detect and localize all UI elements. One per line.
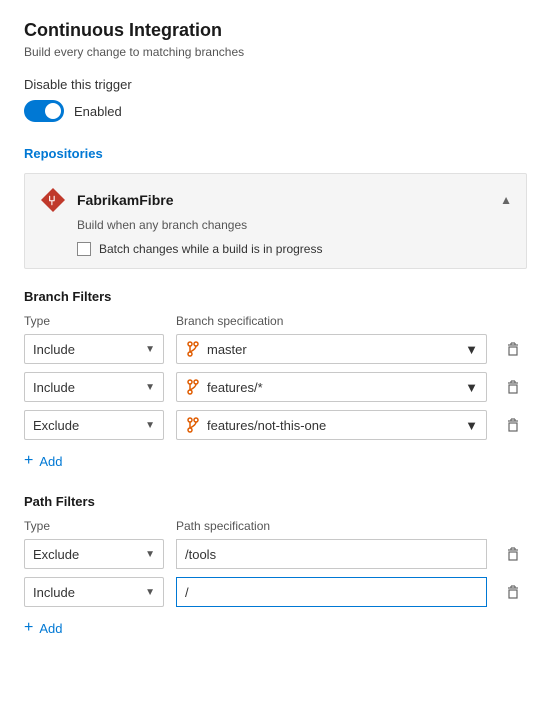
trash-icon	[505, 584, 521, 600]
branch-spec-col-header: Branch specification	[176, 314, 527, 328]
svg-text:⑂: ⑂	[48, 193, 56, 208]
delete-branch-row-3-button[interactable]	[499, 411, 527, 439]
chevron-down-icon: ▼	[465, 418, 478, 433]
path-filter-row: Exclude ▼	[24, 539, 527, 569]
add-path-filter-button[interactable]: + Add	[24, 615, 527, 641]
branch-type-value-3: Exclude	[33, 418, 79, 433]
batch-changes-label: Batch changes while a build is in progre…	[99, 242, 322, 256]
branch-spec-value-2: features/*	[207, 380, 263, 395]
trash-icon	[505, 379, 521, 395]
delete-path-row-1-button[interactable]	[499, 540, 527, 568]
branch-filters-section: Branch Filters Type Branch specification…	[24, 289, 527, 474]
trash-icon	[505, 341, 521, 357]
branch-type-dropdown-3[interactable]: Exclude ▼	[24, 410, 164, 440]
git-branch-icon	[185, 379, 201, 395]
branch-type-dropdown-1[interactable]: Include ▼	[24, 334, 164, 364]
git-branch-icon	[185, 341, 201, 357]
chevron-down-icon: ▼	[145, 587, 155, 598]
path-type-col-header: Type	[24, 519, 164, 533]
branch-type-dropdown-2[interactable]: Include ▼	[24, 372, 164, 402]
path-spec-input-2[interactable]	[176, 577, 487, 607]
chevron-down-icon: ▼	[145, 420, 155, 431]
toggle-thumb	[45, 103, 61, 119]
repo-description: Build when any branch changes	[77, 218, 512, 232]
repo-icon: ⑂	[39, 186, 67, 214]
branch-filter-row: Include ▼ master ▼	[24, 334, 527, 364]
branch-spec-dropdown-3[interactable]: features/not-this-one ▼	[176, 410, 487, 440]
plus-icon: +	[24, 619, 33, 637]
branch-spec-dropdown-1[interactable]: master ▼	[176, 334, 487, 364]
path-filter-row: Include ▼	[24, 577, 527, 607]
disable-trigger-label: Disable this trigger	[24, 77, 527, 92]
chevron-down-icon: ▼	[145, 382, 155, 393]
branch-spec-value-3: features/not-this-one	[207, 418, 326, 433]
branch-type-value-2: Include	[33, 380, 75, 395]
branch-spec-dropdown-2[interactable]: features/* ▼	[176, 372, 487, 402]
trash-icon	[505, 546, 521, 562]
delete-branch-row-1-button[interactable]	[499, 335, 527, 363]
path-type-dropdown-1[interactable]: Exclude ▼	[24, 539, 164, 569]
chevron-down-icon: ▼	[145, 549, 155, 560]
path-filters-title: Path Filters	[24, 494, 527, 509]
git-branch-icon	[185, 417, 201, 433]
chevron-down-icon: ▼	[145, 344, 155, 355]
path-type-dropdown-2[interactable]: Include ▼	[24, 577, 164, 607]
path-type-value-2: Include	[33, 585, 75, 600]
chevron-down-icon: ▼	[465, 380, 478, 395]
chevron-down-icon: ▼	[465, 342, 478, 357]
plus-icon: +	[24, 452, 33, 470]
branch-type-col-header: Type	[24, 314, 164, 328]
delete-path-row-2-button[interactable]	[499, 578, 527, 606]
add-branch-label: Add	[39, 454, 62, 469]
branch-type-value-1: Include	[33, 342, 75, 357]
path-spec-input-1[interactable]	[176, 539, 487, 569]
path-type-value-1: Exclude	[33, 547, 79, 562]
path-spec-col-header: Path specification	[176, 519, 527, 533]
add-branch-filter-button[interactable]: + Add	[24, 448, 527, 474]
repo-name: FabrikamFibre	[77, 192, 490, 208]
path-filters-section: Path Filters Type Path specification Exc…	[24, 494, 527, 641]
branch-filter-row: Exclude ▼ features/not-this-one ▼	[24, 410, 527, 440]
trash-icon	[505, 417, 521, 433]
batch-changes-checkbox[interactable]	[77, 242, 91, 256]
add-path-label: Add	[39, 621, 62, 636]
delete-branch-row-2-button[interactable]	[499, 373, 527, 401]
repo-collapse-button[interactable]: ▲	[500, 193, 512, 207]
toggle-state-label: Enabled	[74, 104, 122, 119]
branch-spec-value-1: master	[207, 342, 247, 357]
page-title: Continuous Integration	[24, 20, 527, 41]
page-subtitle: Build every change to matching branches	[24, 45, 527, 59]
repo-card: ⑂ FabrikamFibre ▲ Build when any branch …	[24, 173, 527, 269]
repositories-heading: Repositories	[24, 146, 527, 161]
branch-filter-row: Include ▼ features/* ▼	[24, 372, 527, 402]
branch-filters-title: Branch Filters	[24, 289, 527, 304]
enabled-toggle[interactable]	[24, 100, 64, 122]
